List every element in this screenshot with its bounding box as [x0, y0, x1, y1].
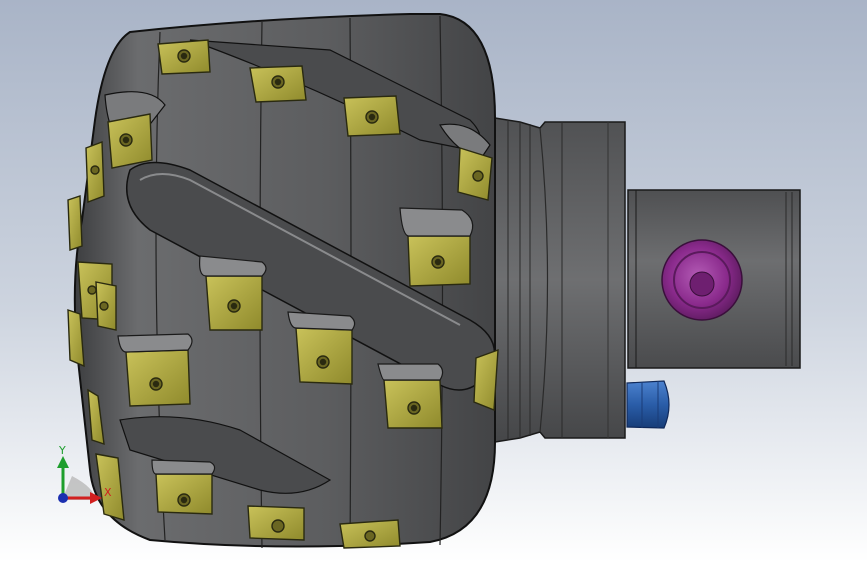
insert: [157, 39, 211, 75]
clamp-screw[interactable]: [661, 239, 743, 321]
coolant-nozzle[interactable]: [626, 380, 670, 429]
insert: [407, 235, 471, 287]
insert: [343, 95, 401, 137]
insert: [339, 519, 401, 549]
insert: [295, 327, 353, 385]
insert: [247, 505, 305, 541]
insert: [457, 147, 493, 201]
3d-viewport[interactable]: Y X: [0, 0, 867, 562]
insert: [473, 348, 499, 412]
insert: [85, 141, 105, 203]
insert: [67, 195, 83, 251]
triad-z-axis: [58, 493, 68, 503]
tool-collar: [494, 117, 626, 443]
triad-x-label: X: [104, 486, 112, 499]
insert: [107, 113, 153, 169]
triad-y-label: Y: [58, 444, 66, 457]
insert: [249, 65, 307, 103]
insert: [383, 379, 443, 429]
insert: [95, 281, 117, 331]
insert: [125, 349, 191, 407]
insert: [205, 275, 263, 331]
insert: [155, 473, 213, 515]
